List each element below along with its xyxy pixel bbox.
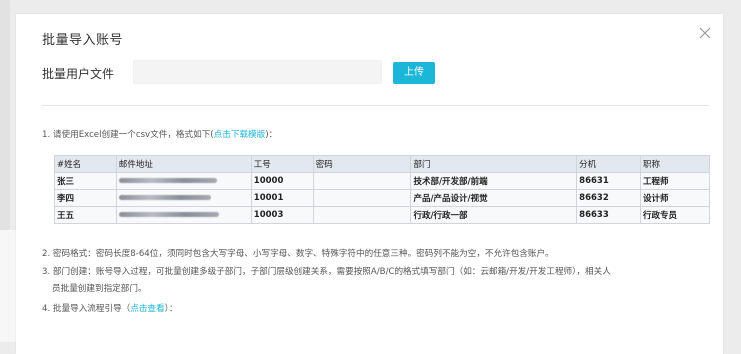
redacted-email <box>118 178 217 183</box>
column-header-department: 部门 <box>410 155 578 173</box>
cell-extension: 86632 <box>576 189 642 207</box>
cell-title: 行政专员 <box>640 206 710 224</box>
backdrop-page <box>0 0 10 230</box>
view-guide-link[interactable]: 点击查看 <box>130 304 164 314</box>
cell-title: 设计师 <box>640 189 710 207</box>
cell-email-redacted <box>115 172 252 190</box>
step4-suffix: ）： <box>164 304 178 314</box>
column-header-title: 职称 <box>640 155 710 173</box>
divider <box>42 105 709 106</box>
cell-department: 技术部/开发部/前端 <box>410 172 578 190</box>
cell-password <box>312 206 412 224</box>
cell-email-redacted <box>115 189 252 207</box>
column-header-id: 工号 <box>250 155 314 173</box>
cell-name: 王五 <box>54 206 117 224</box>
download-template-link[interactable]: 点击下载模版 <box>214 130 266 140</box>
close-icon[interactable] <box>698 26 712 40</box>
sample-csv-table: #姓名 邮件地址 工号 密码 部门 分机 职称 张三 10000 技术部/开发部… <box>54 155 710 224</box>
instruction-step-3-line-1: 3. 部门创建：账号导入过程，可批量创建多级子部门，子部门层级创建关系，需要按照… <box>42 267 611 277</box>
cell-name: 张三 <box>54 172 117 190</box>
redacted-email <box>118 212 219 217</box>
import-accounts-modal: 批量导入账号 批量用户文件 上传 1. 请使用Excel创建一个csv文件，格式… <box>16 14 723 354</box>
cell-id: 10001 <box>250 189 314 207</box>
column-header-email: 邮件地址 <box>115 155 252 173</box>
cell-department: 产品/产品设计/视觉 <box>410 189 578 207</box>
instruction-step-4: 4. 批量导入流程引导（点击查看）： <box>42 302 178 314</box>
cell-extension: 86631 <box>576 172 642 190</box>
cell-department: 行政/行政一部 <box>410 206 578 224</box>
table-header-row: #姓名 邮件地址 工号 密码 部门 分机 职称 <box>54 155 710 173</box>
backdrop-panel <box>0 230 16 342</box>
table-row: 张三 10000 技术部/开发部/前端 86631 工程师 <box>54 172 710 190</box>
cell-title: 工程师 <box>640 172 710 190</box>
column-header-password: 密码 <box>312 155 412 173</box>
cell-id: 10003 <box>250 206 314 224</box>
instruction-step-3-line-2: 员批量创建到指定部门。 <box>52 284 147 294</box>
table-row: 李四 10001 产品/产品设计/视觉 86632 设计师 <box>54 189 710 207</box>
column-header-extension: 分机 <box>576 155 642 173</box>
upload-label: 批量用户文件 <box>42 67 115 81</box>
cell-password <box>312 189 412 207</box>
instruction-step-2: 2. 密码格式：密码长度8-64位，须同时包含大写字母、小写字母、数字、特殊字符… <box>42 249 554 259</box>
cell-extension: 86633 <box>576 206 642 224</box>
step1-suffix: )： <box>265 130 278 140</box>
modal-title: 批量导入账号 <box>42 33 124 48</box>
cell-email-redacted <box>115 206 252 224</box>
step1-prefix: 1. 请使用Excel创建一个csv文件，格式如下( <box>42 130 214 140</box>
instruction-step-1: 1. 请使用Excel创建一个csv文件，格式如下(点击下载模版)： <box>42 128 277 140</box>
step4-prefix: 4. 批量导入流程引导（ <box>42 304 131 314</box>
redacted-email <box>118 195 211 200</box>
cell-id: 10000 <box>250 172 314 190</box>
cell-password <box>312 172 412 190</box>
table-row: 王五 10003 行政/行政一部 86633 行政专员 <box>54 206 710 224</box>
cell-name: 李四 <box>54 189 117 207</box>
column-header-name: #姓名 <box>54 155 117 173</box>
file-path-input[interactable] <box>133 60 382 84</box>
upload-button[interactable]: 上传 <box>393 62 435 84</box>
